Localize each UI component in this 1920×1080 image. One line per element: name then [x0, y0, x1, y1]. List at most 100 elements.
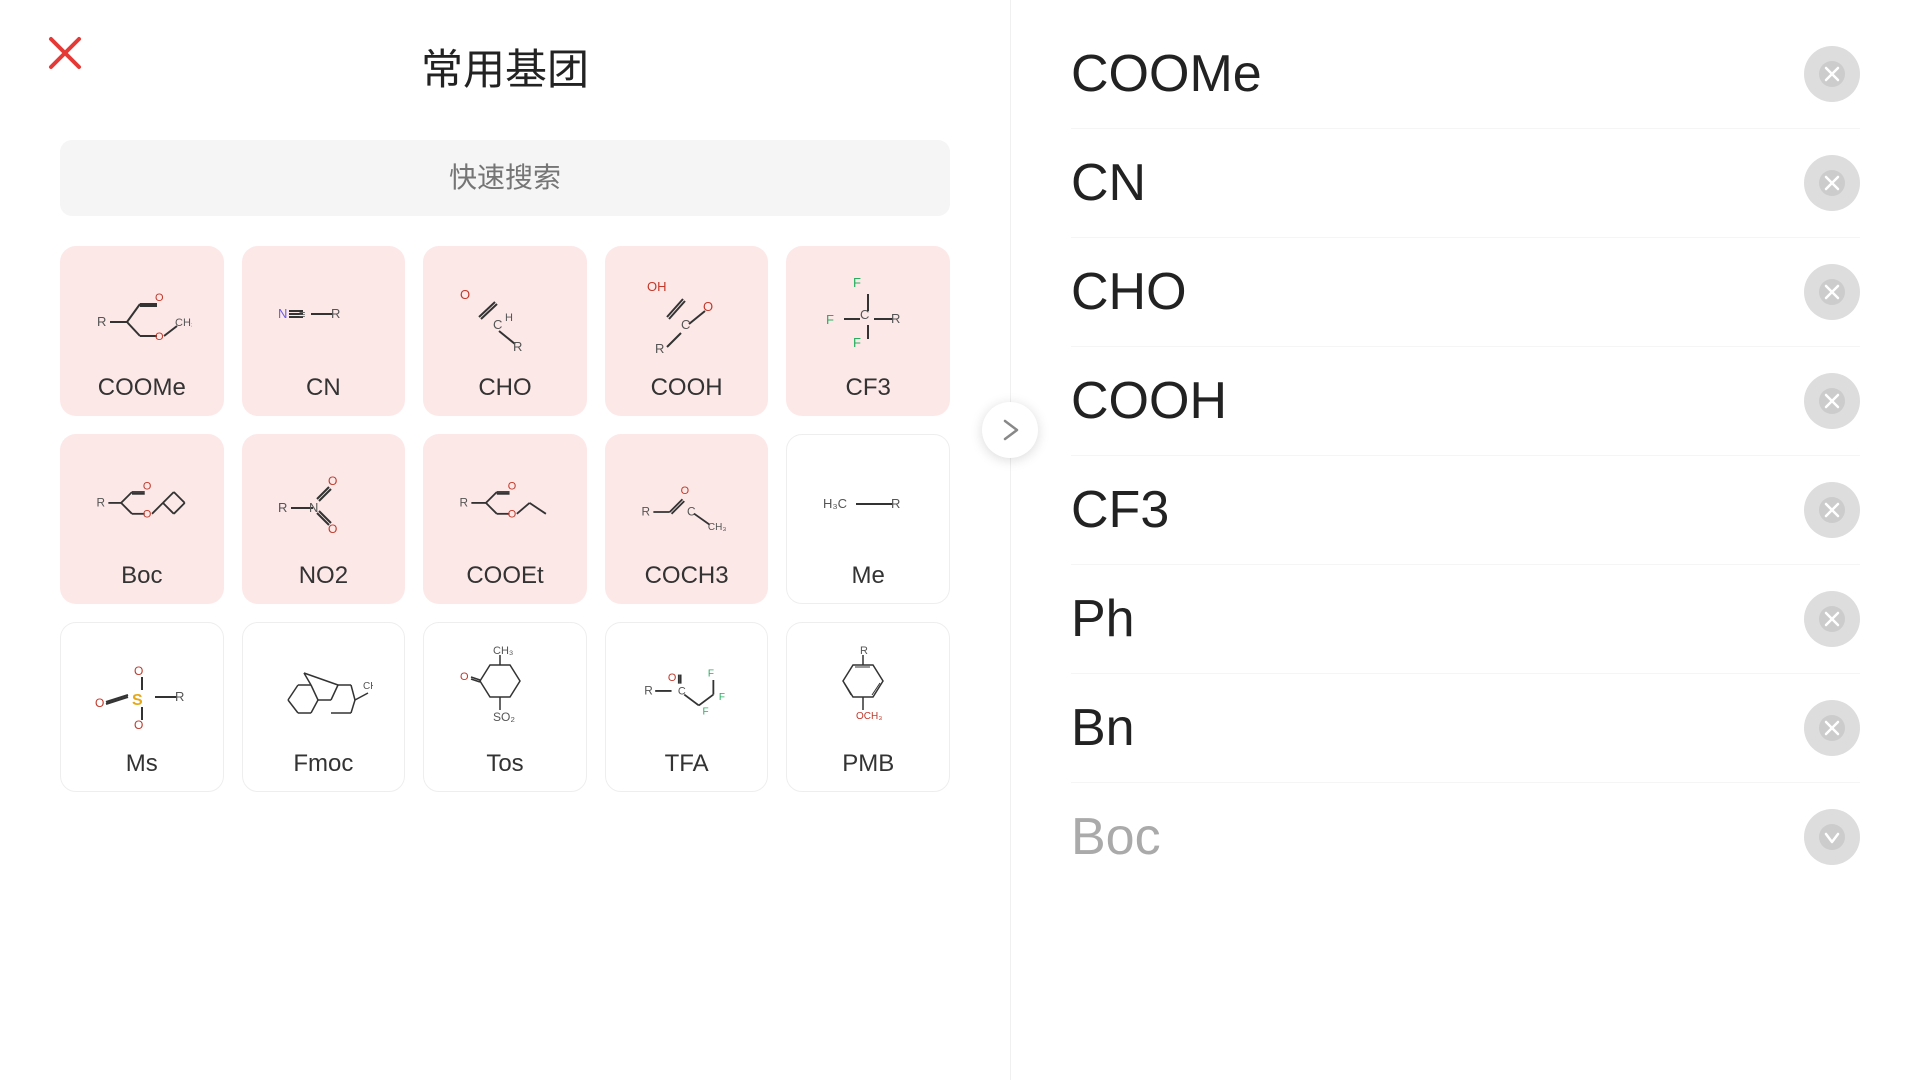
group-label-cn: CN	[306, 374, 341, 402]
svg-text:CH₂: CH₂	[363, 681, 373, 692]
list-item-label-boc: Boc	[1071, 807, 1161, 867]
group-label-tos: Tos	[486, 750, 523, 778]
svg-text:SO₂: SO₂	[493, 710, 515, 724]
group-label-cho: CHO	[478, 374, 531, 402]
group-label-cf3: CF3	[846, 374, 891, 402]
group-card-fmoc[interactable]: CH₂ Fmoc	[242, 622, 406, 792]
svg-text:R: R	[278, 500, 287, 515]
svg-text:F: F	[853, 335, 861, 350]
svg-text:OCH₃: OCH₃	[856, 711, 882, 722]
list-item-cf3: CF3	[1071, 456, 1860, 565]
svg-text:O: O	[328, 522, 337, 536]
svg-text:F: F	[718, 692, 724, 703]
svg-text:R: R	[96, 496, 105, 510]
svg-text:O: O	[155, 292, 164, 304]
list-item-cho: CHO	[1071, 238, 1860, 347]
svg-text:O: O	[134, 718, 143, 732]
group-label-pmb: PMB	[842, 750, 894, 778]
group-card-ms[interactable]: O O S R O Ms	[60, 622, 224, 792]
list-item-label-cho: CHO	[1071, 262, 1187, 322]
remove-cho-button[interactable]	[1804, 264, 1860, 320]
group-card-cooh[interactable]: OH C O R COOH	[605, 246, 769, 416]
svg-text:F: F	[702, 707, 708, 718]
list-item-coome: COOMe	[1071, 20, 1860, 129]
remove-cf3-button[interactable]	[1804, 482, 1860, 538]
svg-text:O: O	[134, 664, 143, 678]
group-card-coch3[interactable]: R O C CH₃ COCH3	[605, 434, 769, 604]
svg-text:O: O	[143, 480, 151, 492]
svg-text:O: O	[460, 671, 469, 683]
svg-text:CH₃: CH₃	[708, 522, 727, 533]
svg-text:C: C	[493, 317, 502, 332]
group-card-cn[interactable]: N ≡ R CN	[242, 246, 406, 416]
list-item-label-coome: COOMe	[1071, 44, 1262, 104]
svg-text:O: O	[460, 287, 470, 302]
svg-text:N: N	[278, 306, 287, 321]
group-label-fmoc: Fmoc	[293, 750, 353, 778]
group-grid: R O O CH₃ COOMe N ≡	[60, 246, 950, 792]
svg-text:O: O	[668, 672, 676, 684]
svg-text:F: F	[853, 275, 861, 290]
svg-text:OH: OH	[647, 279, 667, 294]
group-label-tfa: TFA	[665, 750, 709, 778]
svg-text:F: F	[708, 668, 714, 679]
list-item-label-bn: Bn	[1071, 698, 1135, 758]
svg-text:S: S	[132, 692, 143, 709]
list-item-label-ph: Ph	[1071, 589, 1135, 649]
group-card-no2[interactable]: R N O O NO2	[242, 434, 406, 604]
list-item-label-cooh: COOH	[1071, 371, 1227, 431]
group-label-coome: COOMe	[98, 374, 186, 402]
svg-text:F: F	[826, 312, 834, 327]
svg-text:O: O	[155, 331, 164, 343]
remove-bn-button[interactable]	[1804, 700, 1860, 756]
svg-text:R: R	[641, 505, 650, 519]
remove-ph-button[interactable]	[1804, 591, 1860, 647]
search-input[interactable]	[60, 140, 950, 216]
group-card-me[interactable]: H₃C R Me	[786, 434, 950, 604]
page-title: 常用基团	[60, 30, 950, 110]
list-item-ph: Ph	[1071, 565, 1860, 674]
svg-text:CH₃: CH₃	[493, 645, 513, 657]
svg-text:O: O	[328, 474, 337, 488]
next-arrow-button[interactable]	[982, 402, 1038, 458]
group-label-ms: Ms	[126, 750, 158, 778]
group-card-cf3[interactable]: F F F C R CF3	[786, 246, 950, 416]
svg-text:≡: ≡	[299, 309, 305, 321]
close-button[interactable]	[40, 28, 90, 78]
group-card-pmb[interactable]: OCH₃ R PMB	[786, 622, 950, 792]
svg-text:O: O	[508, 480, 516, 492]
svg-text:C: C	[681, 317, 690, 332]
svg-text:N: N	[309, 500, 318, 515]
svg-text:H₃C: H₃C	[823, 496, 847, 511]
group-card-cho[interactable]: O C H R CHO	[423, 246, 587, 416]
group-label-cooh: COOH	[651, 374, 723, 402]
list-item-label-cn: CN	[1071, 153, 1146, 213]
group-label-boc: Boc	[121, 562, 162, 590]
list-item-label-cf3: CF3	[1071, 480, 1169, 540]
svg-text:R: R	[460, 496, 469, 510]
svg-text:H: H	[505, 312, 513, 324]
svg-text:O: O	[703, 299, 713, 314]
group-card-tfa[interactable]: R O C F F F TFA	[605, 622, 769, 792]
group-card-boc[interactable]: R O O Boc	[60, 434, 224, 604]
group-label-coch3: COCH3	[645, 562, 729, 590]
svg-text:R: R	[655, 341, 664, 356]
remove-cooh-button[interactable]	[1804, 373, 1860, 429]
list-item-cn: CN	[1071, 129, 1860, 238]
group-card-cooet[interactable]: R O O COOEt	[423, 434, 587, 604]
list-item-boc-partial: Boc	[1071, 783, 1860, 891]
remove-cn-button[interactable]	[1804, 155, 1860, 211]
main-panel: 常用基团 R O O CH₃ COOMe	[0, 0, 1010, 1080]
svg-text:R: R	[860, 645, 868, 657]
group-label-cooet: COOEt	[466, 562, 543, 590]
remove-coome-button[interactable]	[1804, 46, 1860, 102]
svg-text:O: O	[508, 508, 516, 520]
svg-text:R: R	[513, 339, 522, 354]
svg-text:CH₃: CH₃	[175, 317, 192, 329]
svg-text:R: R	[891, 496, 900, 511]
scroll-down-button[interactable]	[1804, 809, 1860, 865]
svg-text:R: R	[175, 689, 184, 704]
group-card-tos[interactable]: SO₂ CH₃ O Tos	[423, 622, 587, 792]
list-item-bn: Bn	[1071, 674, 1860, 783]
group-card-coome[interactable]: R O O CH₃ COOMe	[60, 246, 224, 416]
